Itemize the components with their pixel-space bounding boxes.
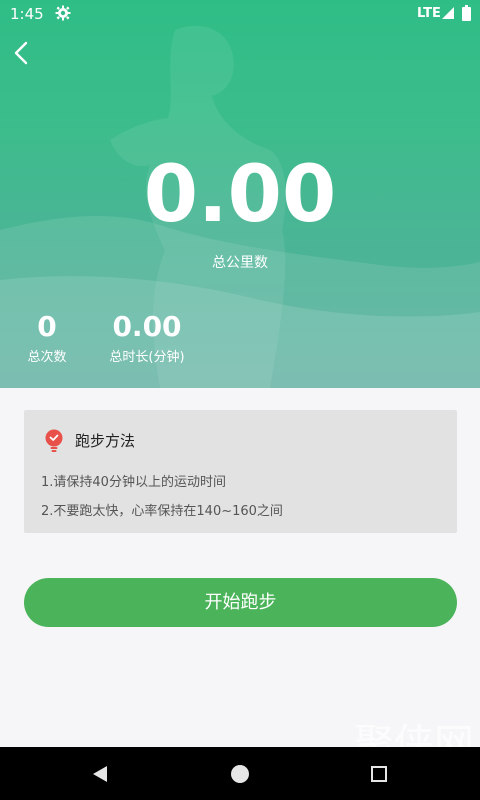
nav-recents-icon[interactable] — [371, 766, 387, 782]
total-count-value: 0 — [37, 310, 57, 343]
network-type: LTE — [417, 6, 441, 21]
hero-banner: 1:45 LTE 0.00 总公里数 0 总次数 0.00 总时长(分钟) — [0, 0, 480, 388]
total-duration-stat: 0.00 总时长(分钟) — [100, 310, 194, 365]
total-km-label: 总公里数 — [212, 255, 268, 271]
nav-home-icon[interactable] — [231, 765, 249, 783]
signal-icon — [442, 7, 454, 19]
method-tip-1: 1.请保持40分钟以上的运动时间 — [41, 475, 226, 490]
system-nav-bar — [0, 747, 480, 800]
method-tip-2: 2.不要跑太快，心率保持在140~160之间 — [41, 504, 283, 519]
battery-icon — [462, 5, 471, 21]
total-count-label: 总次数 — [27, 350, 67, 365]
method-title: 跑步方法 — [75, 432, 136, 450]
chevron-left-icon[interactable] — [8, 38, 38, 68]
settings-gear-icon — [55, 5, 71, 21]
total-duration-value: 0.00 — [112, 310, 182, 343]
running-screen: 1:45 LTE 0.00 总公里数 0 总次数 0.00 总时长(分钟) 跑步… — [0, 0, 480, 800]
status-bar: 1:45 LTE — [0, 0, 480, 28]
start-running-button[interactable]: 开始跑步 — [24, 578, 457, 627]
nav-back-icon[interactable] — [92, 765, 108, 783]
running-method-card: 跑步方法 1.请保持40分钟以上的运动时间 2.不要跑太快，心率保持在140~1… — [24, 410, 457, 533]
total-count-stat: 0 总次数 — [18, 310, 76, 365]
total-duration-label: 总时长(分钟) — [109, 350, 185, 365]
status-time: 1:45 — [10, 5, 44, 23]
total-km-value: 0.00 — [143, 150, 337, 240]
lightbulb-icon — [45, 429, 63, 452]
